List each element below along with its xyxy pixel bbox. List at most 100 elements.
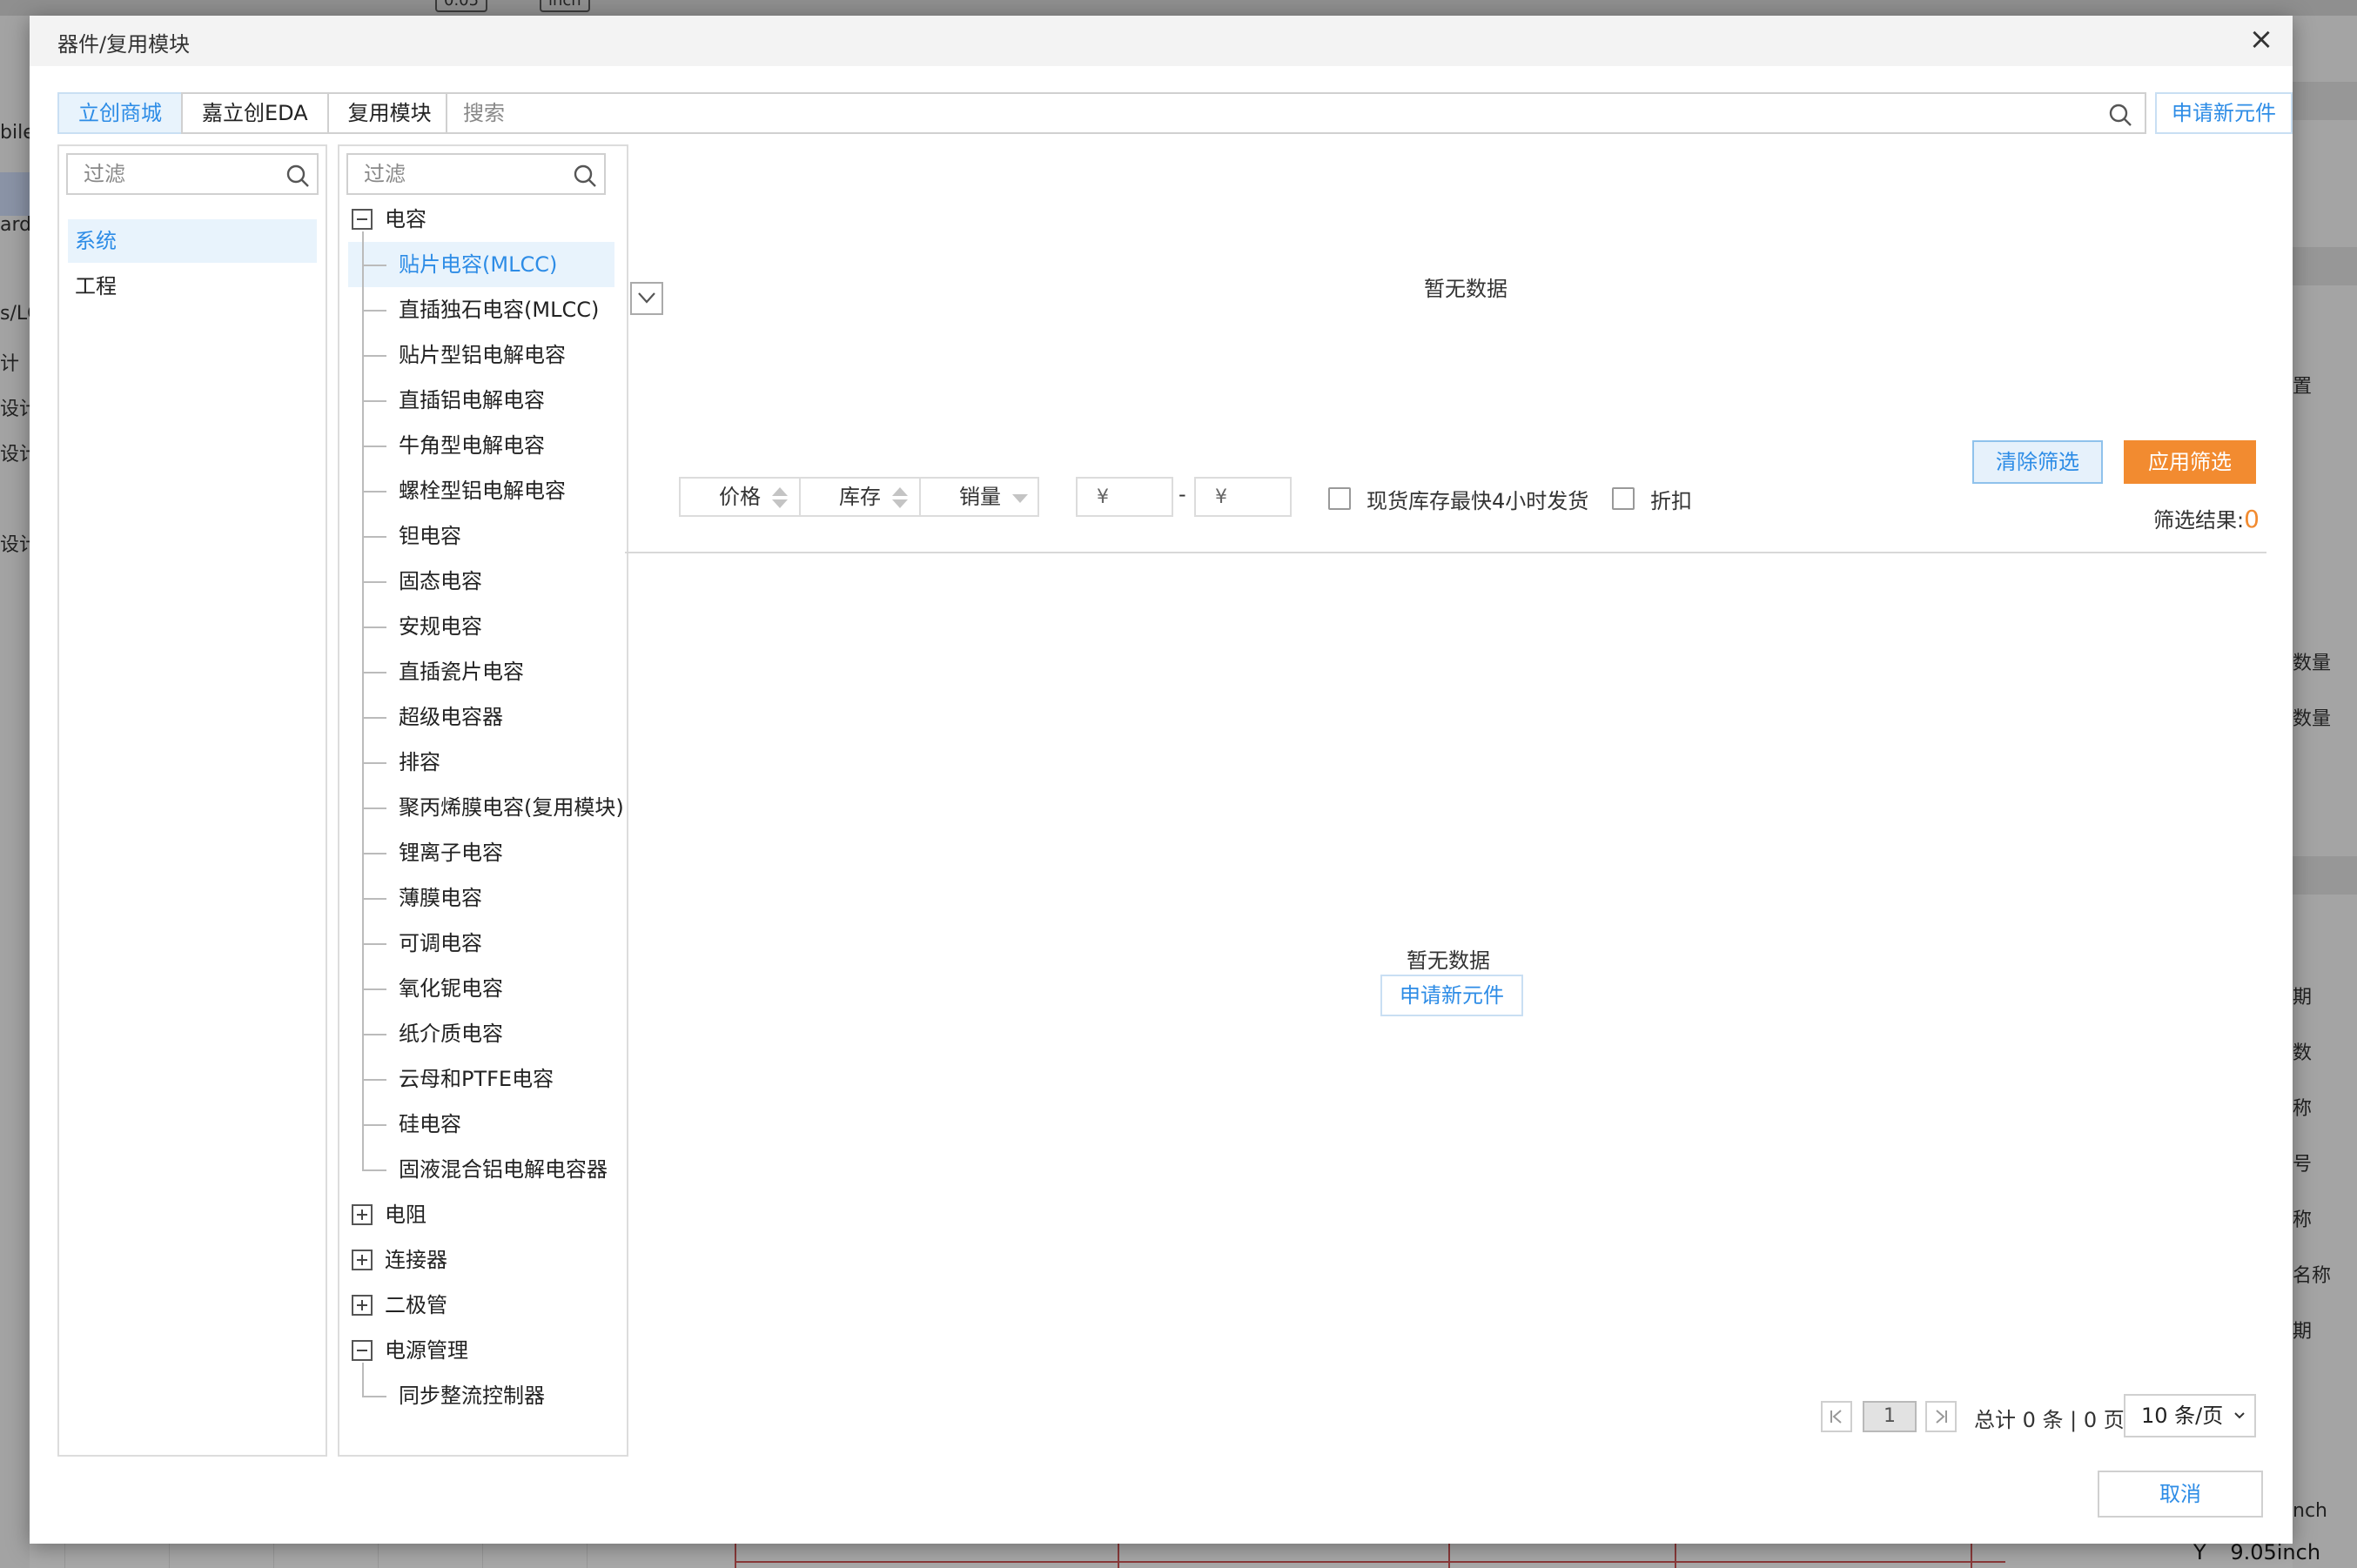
clear-filters-button[interactable]: 清除筛选 (1972, 440, 2103, 484)
background-toolbar: 0.05 inch (0, 0, 2357, 16)
scope-filter-input[interactable] (84, 161, 275, 187)
close-icon[interactable]: × (2246, 24, 2277, 56)
current-page[interactable]: 1 (1863, 1401, 1917, 1432)
tree-leaf[interactable]: 同步整流控制器 (339, 1373, 627, 1418)
bg-right-fragment: 置 (2293, 376, 2313, 398)
tree-guide-line (362, 231, 364, 1169)
chevron-down-icon (638, 292, 655, 304)
last-page-icon (1936, 1410, 1947, 1424)
tree-leaf[interactable]: 排容 (339, 740, 627, 785)
grid-size-select[interactable]: 0.05 (435, 0, 488, 12)
unit-select[interactable]: inch (540, 0, 590, 12)
tree-node[interactable]: 电容 (339, 197, 627, 242)
tree-leaf[interactable]: 直插铝电解电容 (339, 378, 627, 423)
tree-leaf[interactable]: 聚丙烯膜电容(复用模块) (339, 785, 627, 830)
bg-right-band (2293, 856, 2357, 895)
tab-reuse-modules[interactable]: 复用模块 (326, 92, 451, 134)
discount-checkbox[interactable] (1612, 487, 1635, 510)
tree-leaf[interactable]: 贴片型铝电解电容 (339, 332, 627, 378)
tree-leaf-label: 硅电容 (399, 1112, 461, 1136)
sort-by-sales-button[interactable]: 销量 (919, 477, 1039, 517)
tree-leaf[interactable]: 安规电容 (339, 604, 627, 649)
tree-connector (362, 1079, 386, 1081)
sort-buttons: 价格 库存 销量 (679, 477, 1039, 517)
tree-node[interactable]: 二极管 (339, 1283, 627, 1328)
tree-leaf[interactable]: 超级电容器 (339, 694, 627, 740)
filter-empty-text: 暂无数据 (1424, 277, 1508, 301)
expand-icon[interactable] (352, 1204, 373, 1225)
tree-connector (362, 1034, 386, 1035)
coordinate-axis-label: Y (2193, 1540, 2206, 1565)
expand-filters-button[interactable] (630, 282, 663, 315)
tree-leaf-label: 云母和PTFE电容 (399, 1067, 554, 1091)
search-icon[interactable] (573, 164, 597, 188)
tree-leaf[interactable]: 直插瓷片电容 (339, 649, 627, 694)
tree-leaf-label: 氧化铌电容 (399, 976, 503, 1001)
tree-connector (362, 853, 386, 854)
tree-leaf[interactable]: 纸介质电容 (339, 1011, 627, 1056)
tree-leaf[interactable]: 云母和PTFE电容 (339, 1056, 627, 1102)
tree-node-label: 二极管 (385, 1293, 447, 1317)
tree-connector (362, 1396, 386, 1397)
tree-leaf[interactable]: 薄膜电容 (339, 875, 627, 921)
last-page-button[interactable] (1925, 1401, 1957, 1432)
discount-label: 折扣 (1650, 489, 1692, 513)
sort-down-icon (1012, 494, 1028, 503)
bg-right-fragment: 数量 (2293, 653, 2332, 674)
price-min-field (1076, 477, 1173, 517)
apply-filters-button[interactable]: 应用筛选 (2124, 440, 2256, 484)
price-max-input[interactable] (1215, 485, 1285, 509)
tree-leaf-label: 排容 (399, 750, 440, 774)
tree-leaf-label: 直插铝电解电容 (399, 388, 545, 412)
tree-node[interactable]: 连接器 (339, 1237, 627, 1283)
scope-item-system[interactable]: 系统 (68, 219, 317, 263)
tree-node[interactable]: 电源管理 (339, 1328, 627, 1373)
bg-left-fragment: 设计 (0, 399, 30, 420)
first-page-button[interactable] (1821, 1401, 1852, 1432)
tree-leaf[interactable]: 螺栓型铝电解电容 (339, 468, 627, 513)
cancel-button[interactable]: 取消 (2098, 1471, 2263, 1518)
bg-right-fragment: 数量 (2293, 708, 2332, 730)
tree-leaf[interactable]: 锂离子电容 (339, 830, 627, 875)
search-icon[interactable] (285, 164, 310, 188)
price-min-input[interactable] (1097, 485, 1166, 509)
tree-leaf-label: 超级电容器 (399, 705, 503, 729)
bg-right-fragment: 期 (2293, 1321, 2313, 1343)
tree-node[interactable]: 电阻 (339, 1192, 627, 1237)
background-canvas-strip (30, 1542, 2293, 1568)
sort-by-stock-button[interactable]: 库存 (799, 477, 919, 517)
tree-node-label: 电容 (385, 207, 426, 231)
collapse-icon[interactable] (352, 209, 373, 230)
sort-by-price-button[interactable]: 价格 (679, 477, 799, 517)
tree-leaf[interactable]: 固液混合铝电解电容器 (339, 1147, 627, 1192)
bg-right-band (2293, 247, 2357, 285)
search-icon[interactable] (2108, 103, 2132, 127)
tree-leaf[interactable]: 牛角型电解电容 (339, 423, 627, 468)
tree-leaf[interactable]: 贴片电容(MLCC) (348, 242, 614, 287)
tree-leaf[interactable]: 固态电容 (339, 559, 627, 604)
tree-connector (362, 762, 386, 764)
tree-connector (362, 807, 386, 809)
tree-leaf[interactable]: 可调电容 (339, 921, 627, 966)
tree-connector (362, 1124, 386, 1126)
collapse-icon[interactable] (352, 1340, 373, 1361)
tab-jlc-eda[interactable]: 嘉立创EDA (181, 92, 327, 134)
page-size-select[interactable]: 10 条/页 (2124, 1394, 2256, 1437)
tab-lcsc-mall[interactable]: 立创商城 (57, 92, 181, 134)
scope-item-project[interactable]: 工程 (68, 265, 317, 308)
fast-ship-label: 现货库存最快4小时发货 (1367, 489, 1589, 513)
category-filter-input[interactable] (364, 161, 564, 187)
tree-leaf[interactable]: 硅电容 (339, 1102, 627, 1147)
expand-icon[interactable] (352, 1295, 373, 1316)
apply-new-component-button-results[interactable]: 申请新元件 (1380, 975, 1523, 1016)
search-input[interactable] (463, 99, 2082, 127)
tree-leaf[interactable]: 直插独石电容(MLCC) (339, 287, 627, 332)
tree-leaf-label: 直插瓷片电容 (399, 660, 524, 684)
tree-leaf[interactable]: 钽电容 (339, 513, 627, 559)
expand-icon[interactable] (352, 1250, 373, 1270)
tree-leaf-label: 螺栓型铝电解电容 (399, 479, 566, 503)
fast-ship-checkbox[interactable] (1328, 487, 1351, 510)
filter-result-count: 0 (2244, 505, 2260, 533)
tree-leaf[interactable]: 氧化铌电容 (339, 966, 627, 1011)
apply-new-component-button[interactable]: 申请新元件 (2155, 92, 2293, 134)
